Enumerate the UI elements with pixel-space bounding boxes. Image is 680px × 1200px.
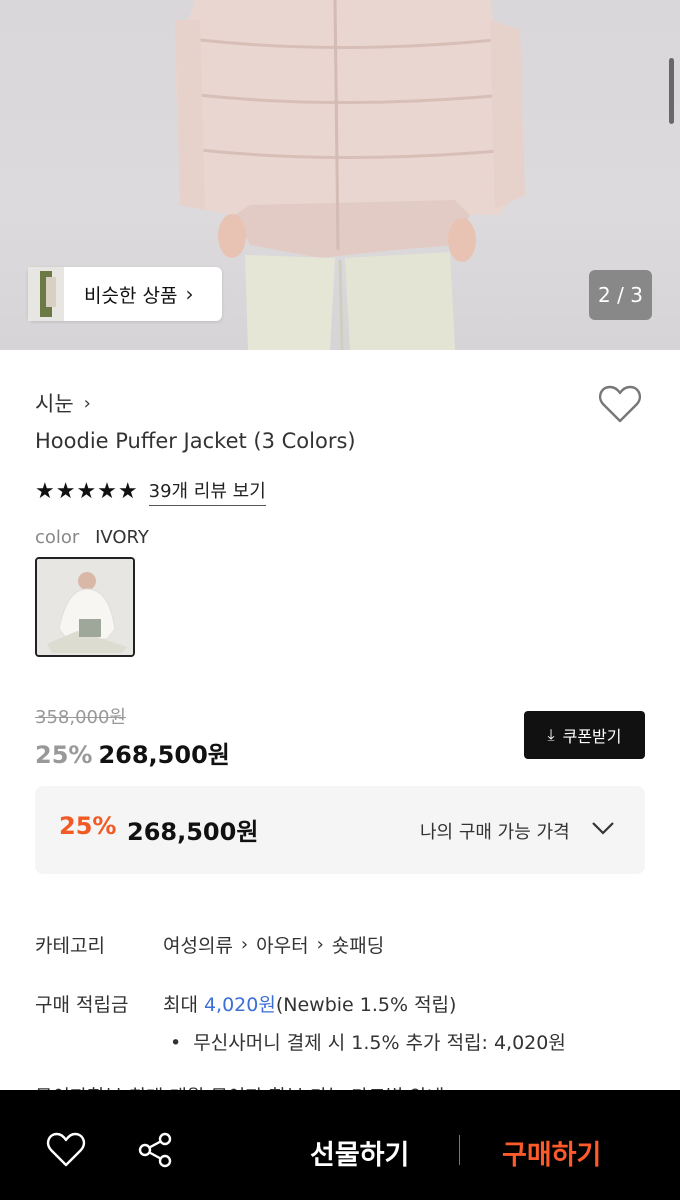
my-price-box[interactable]: 25% 268,500원 나의 구매 가능 가격	[35, 786, 645, 874]
rating-stars-icon: ★★★★★	[35, 479, 139, 504]
product-image-carousel[interactable]: 비슷한 상품 › 2 / 3	[0, 0, 680, 350]
sale-price: 268,500원	[98, 741, 230, 769]
category-breadcrumb: 여성의류 › 아우터 › 숏패딩	[163, 931, 384, 958]
color-value: IVORY	[95, 527, 149, 548]
color-row: color IVORY	[35, 527, 149, 548]
wishlist-heart-icon[interactable]	[46, 1132, 86, 1168]
category-label: 카테고리	[35, 935, 105, 957]
chevron-right-icon: ›	[83, 392, 91, 414]
points-value: 4,020원	[203, 994, 276, 1016]
my-price: 268,500원	[127, 818, 259, 846]
chevron-right-icon: ›	[185, 282, 194, 306]
points-suffix: (Newbie 1.5% 적립)	[275, 994, 457, 1016]
category-item[interactable]: 숏패딩	[332, 931, 384, 958]
divider	[459, 1135, 460, 1165]
gift-button[interactable]: 선물하기	[310, 1133, 409, 1172]
points-prefix: 최대	[163, 994, 198, 1016]
chevron-right-icon: ›	[316, 934, 324, 955]
color-swatch-ivory[interactable]	[35, 557, 135, 657]
similar-products-label: 비슷한 상품	[84, 284, 178, 307]
image-pager: 2 / 3	[589, 270, 652, 320]
wishlist-heart-icon[interactable]	[598, 384, 642, 424]
review-link[interactable]: 39개 리뷰 보기	[148, 477, 266, 506]
swatch-image	[37, 559, 133, 655]
points-label: 구매 적립금	[35, 994, 129, 1016]
brand-link[interactable]: 시눈 ›	[35, 388, 91, 418]
download-icon: ⤓	[547, 725, 555, 744]
buy-button[interactable]: 구매하기	[502, 1133, 601, 1172]
points-bullet-text: 무신사머니 결제 시 1.5% 추가 적립: 4,020원	[193, 1032, 566, 1054]
chevron-right-icon: ›	[240, 934, 249, 955]
discount-rate: 25%	[35, 741, 93, 769]
category-item[interactable]: 아우터	[256, 931, 308, 958]
coupon-button[interactable]: ⤓ 쿠폰받기	[524, 711, 645, 759]
points-value-row: 최대 4,020원 (Newbie 1.5% 적립)	[163, 990, 456, 1017]
share-icon[interactable]	[136, 1131, 174, 1169]
my-price-label: 나의 구매 가능 가격	[420, 822, 570, 843]
chevron-down-icon	[592, 822, 614, 835]
color-label: color	[35, 527, 80, 548]
coupon-label: 쿠폰받기	[562, 727, 622, 746]
scrollbar[interactable]	[669, 58, 674, 124]
similar-products-button[interactable]: 비슷한 상품 ›	[28, 267, 222, 321]
product-title: Hoodie Puffer Jacket (3 Colors)	[35, 429, 356, 453]
points-bullet: • 무신사머니 결제 시 1.5% 추가 적립: 4,020원	[170, 1028, 566, 1055]
rating-row: ★★★★★ 39개 리뷰 보기	[35, 477, 266, 506]
my-discount-rate: 25%	[59, 812, 117, 840]
sale-price-row: 25% 268,500원	[35, 735, 230, 770]
brand-name: 시눈	[35, 392, 74, 416]
original-price: 358,000원	[35, 707, 126, 728]
similar-thumbnail	[28, 267, 64, 321]
category-item[interactable]: 여성의류	[163, 931, 233, 958]
bullet-icon: •	[170, 1032, 194, 1054]
